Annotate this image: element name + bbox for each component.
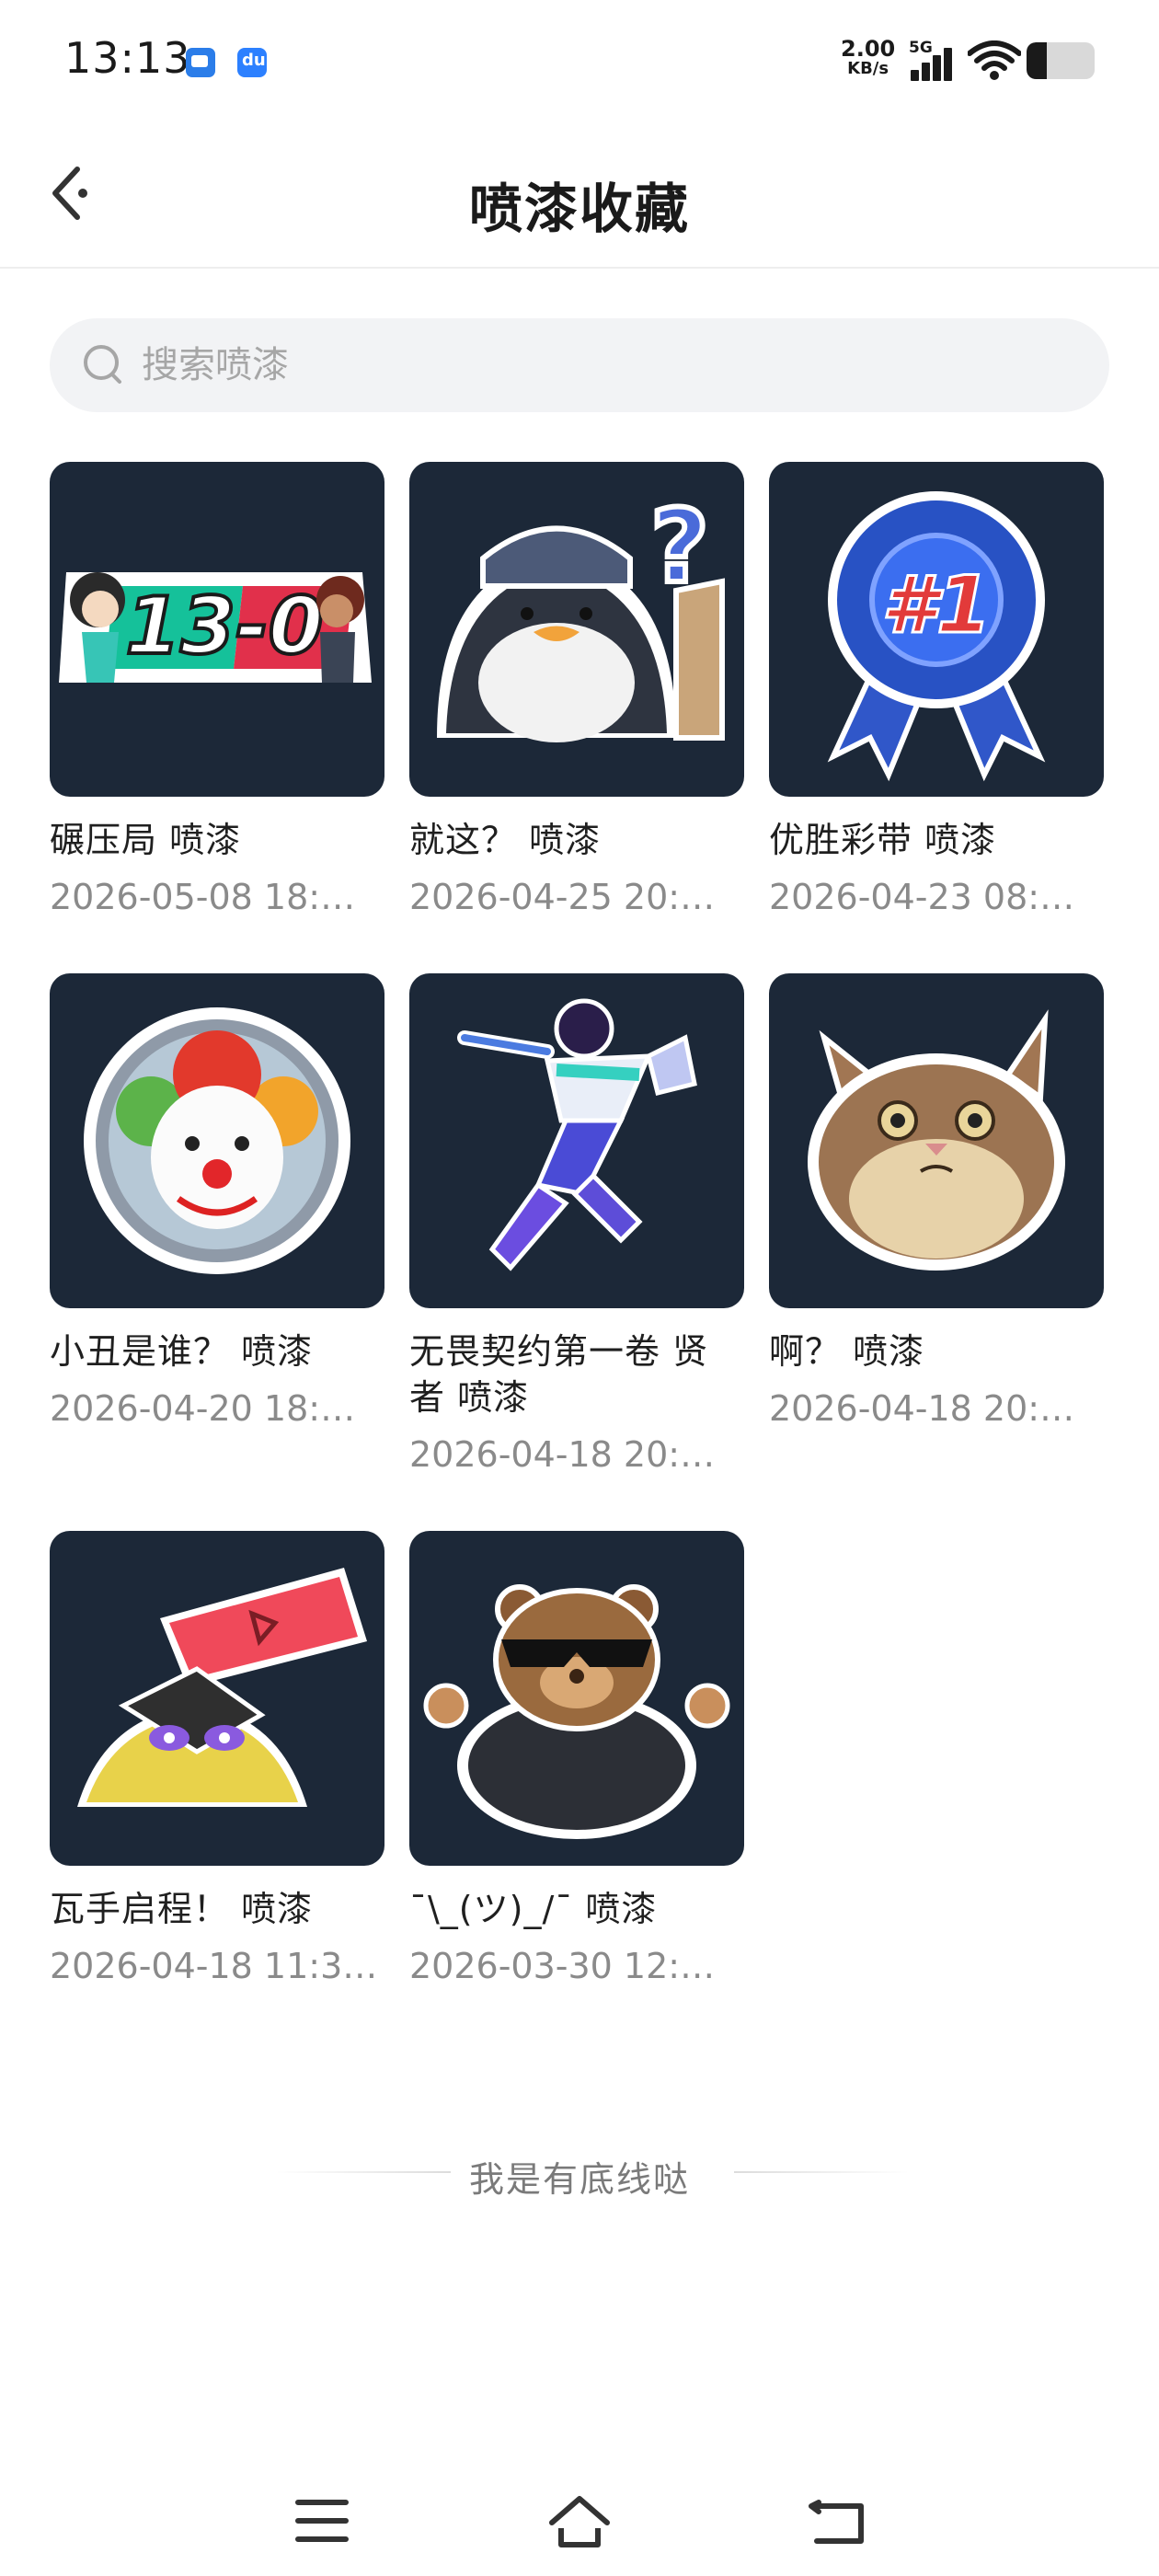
spray-card[interactable]: 无畏契约第一卷 贤者 喷漆 2026-04-18 20:…: [409, 973, 744, 1478]
scoreboard-13-0-spray: 13-0: [59, 572, 372, 683]
penguin-question-spray: ?: [437, 485, 725, 742]
spray-name: 就这？ 喷漆: [409, 820, 602, 860]
spray-card[interactable]: 啊？ 喷漆 2026-04-18 20:…: [769, 973, 1104, 1432]
spray-name: 啊？ 喷漆: [769, 1331, 925, 1372]
spray-card[interactable]: 瓦手启程！ 喷漆 2026-04-18 11:3…: [50, 1531, 384, 1989]
spray-card[interactable]: #1 优胜彩带 喷漆 2026-04-23 08:…: [769, 462, 1104, 920]
network-speed: 2.00 KB/s: [841, 36, 896, 79]
spray-name: 无畏契约第一卷 贤者 喷漆: [409, 1331, 709, 1418]
system-nav-bar: [0, 2466, 1159, 2576]
home-icon[interactable]: [534, 2475, 625, 2567]
divider: [734, 2171, 909, 2173]
network-speed-unit: KB/s: [847, 59, 889, 78]
spray-name: ¯\_(ツ)_/¯ 喷漆: [409, 1889, 658, 1929]
spray-date: 2026-04-25 20:…: [409, 877, 716, 917]
spray-date: 2026-04-23 08:…: [769, 877, 1075, 917]
spray-date: 2026-04-18 11:3…: [50, 1946, 378, 1986]
spray-collection-screen: 13:13 du 2.00 KB/s 5G 喷漆收藏 搜索喷漆 13-0 碾压局…: [0, 0, 1159, 2576]
chat-app-icon: [186, 48, 215, 77]
list-end-indicator: 我是有底线哒: [0, 2145, 1159, 2201]
spray-date: 2026-05-08 18:…: [50, 877, 356, 917]
svg-text:#1: #1: [881, 559, 992, 651]
spray-thumbnail: [769, 973, 1104, 1308]
network-speed-value: 2.00: [841, 36, 896, 62]
spray-card[interactable]: ¯\_(ツ)_/¯ 喷漆 2026-03-30 12:…: [409, 1531, 744, 1989]
spray-thumbnail: 13-0: [50, 462, 384, 797]
search-bar[interactable]: [50, 318, 1109, 412]
cellular-signal-icon: 5G: [909, 39, 958, 81]
spray-thumbnail: [409, 1531, 744, 1866]
status-time: 13:13: [64, 33, 191, 83]
svg-text:?: ?: [650, 488, 709, 605]
spray-date: 2026-04-18 20:…: [769, 1388, 1075, 1429]
list-end-text: 我是有底线哒: [468, 2159, 690, 2200]
spray-thumbnail: [50, 1531, 384, 1866]
search-input[interactable]: [142, 318, 1061, 412]
first-place-ribbon-spray: #1: [827, 491, 1046, 782]
spray-date: 2026-04-18 20:…: [409, 1434, 716, 1475]
back-icon[interactable]: [791, 2475, 883, 2567]
spray-thumbnail: #1: [769, 462, 1104, 797]
spray-name: 瓦手启程！ 喷漆: [50, 1889, 314, 1929]
battery-icon: [1027, 42, 1095, 79]
spray-name: 优胜彩带 喷漆: [769, 820, 997, 860]
spray-card[interactable]: 小丑是谁？ 喷漆 2026-04-20 18:…: [50, 973, 384, 1432]
status-bar: 13:13 du 2.00 KB/s 5G: [0, 0, 1159, 129]
spray-thumbnail: [50, 973, 384, 1308]
confused-cat-spray: [808, 1009, 1065, 1271]
spray-thumbnail: ?: [409, 462, 744, 797]
search-icon: [84, 345, 121, 384]
spray-name: 碾压局 喷漆: [50, 820, 242, 860]
spray-card[interactable]: 13-0 碾压局 喷漆 2026-05-08 18:…: [50, 462, 384, 920]
menu-icon[interactable]: [276, 2475, 368, 2567]
app-header: 喷漆收藏: [0, 129, 1159, 269]
clown-mirror-spray: [84, 1007, 350, 1274]
spray-date: 2026-04-20 18:…: [50, 1388, 356, 1429]
wifi-icon: [968, 40, 1021, 80]
svg-text:13-0: 13-0: [125, 581, 323, 673]
spray-thumbnail: [409, 973, 744, 1308]
shrug-bear-spray: [423, 1584, 730, 1839]
page-title: 喷漆收藏: [468, 178, 690, 240]
sage-agent-spray: [457, 998, 697, 1271]
spray-card[interactable]: ? 就这？ 喷漆 2026-04-25 20:…: [409, 462, 744, 920]
phone-creature-spray: [77, 1568, 367, 1807]
network-type: 5G: [909, 39, 933, 57]
spray-date: 2026-03-30 12:…: [409, 1946, 716, 1986]
spray-name: 小丑是谁？ 喷漆: [50, 1331, 314, 1372]
baidu-app-icon: du: [237, 48, 267, 77]
